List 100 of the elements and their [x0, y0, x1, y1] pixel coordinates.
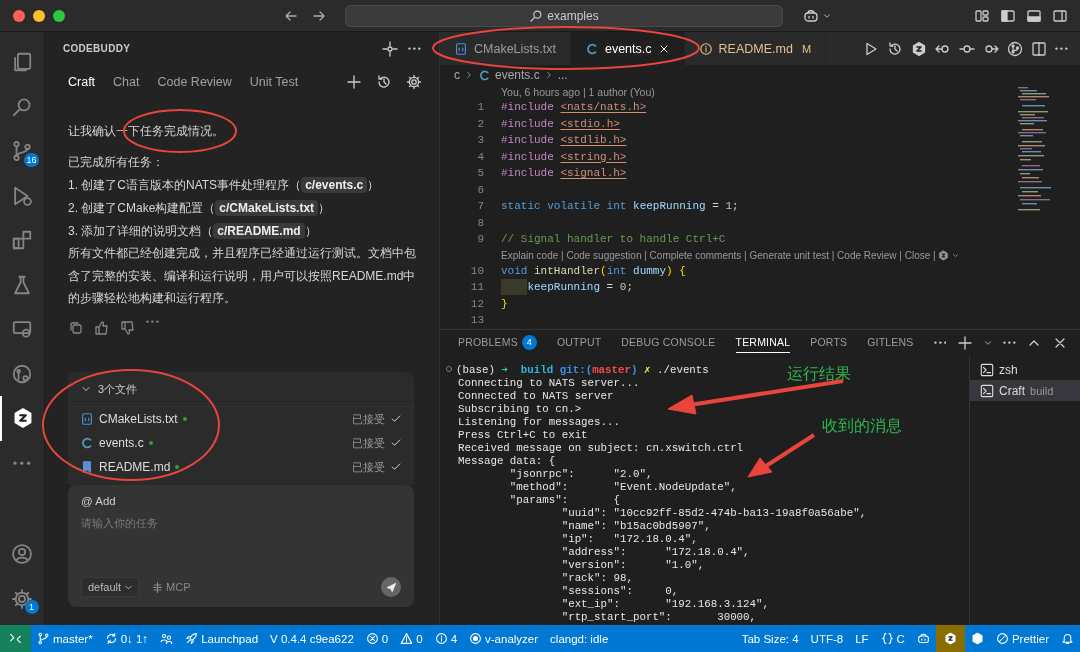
more-icon[interactable] — [146, 319, 159, 323]
breadcrumb-item[interactable]: c — [454, 68, 460, 82]
search-icon — [529, 8, 544, 23]
status-bar-item[interactable]: 0↓ 1↑ — [98, 625, 155, 652]
crosshair-icon — [382, 40, 399, 57]
line-number: 6 — [476, 182, 485, 198]
close-window-button[interactable] — [13, 9, 25, 22]
status-bar-item[interactable]: C — [874, 625, 911, 652]
panel-tab[interactable]: TERMINAL — [735, 332, 791, 353]
activity-bar-item[interactable]: 16 — [0, 129, 45, 174]
tab[interactable]: Chat — [113, 71, 140, 93]
more-icon[interactable] — [408, 46, 421, 51]
message-text: ） — [367, 176, 380, 193]
line-number: 4 — [476, 149, 485, 165]
line-number: 9 — [476, 232, 485, 247]
c-letter-icon — [80, 436, 94, 450]
minimize-window-button[interactable] — [33, 9, 45, 22]
files-count[interactable]: 3个文件 — [98, 381, 138, 397]
bookmark-icon — [80, 460, 94, 474]
annotation-label: 收到的消息 — [822, 419, 902, 432]
message-text: 已完成所有任务： — [68, 153, 164, 170]
status-bar-item[interactable] — [0, 625, 31, 652]
status-bar-item[interactable]: clangd: idle — [544, 625, 615, 652]
command-center-search[interactable]: examples — [345, 4, 783, 27]
rocket-icon — [185, 632, 199, 645]
check-icon — [390, 461, 402, 473]
status-dot — [182, 417, 187, 421]
files-icon — [11, 51, 33, 74]
tab[interactable]: Unit Test — [249, 71, 299, 93]
more-icon[interactable] — [933, 340, 947, 345]
status-bar-item[interactable]: master* — [31, 625, 99, 652]
status-bar-item[interactable]: 0 — [359, 625, 395, 652]
code-chip[interactable]: c/README.md — [213, 222, 305, 239]
document-icon — [454, 41, 468, 56]
sidebar-left-icon — [1000, 7, 1016, 24]
status-bar-item[interactable]: Launchpad — [179, 625, 265, 652]
breadcrumb-item[interactable]: ... — [557, 68, 568, 82]
send-icon — [385, 581, 397, 593]
sidebar-right-icon — [1052, 7, 1068, 24]
mcp-button[interactable]: MCP — [145, 579, 197, 595]
activity-bar-item[interactable]: 1 — [0, 576, 45, 621]
more-icon[interactable] — [1055, 46, 1068, 51]
code-line: keepRunning = 0; — [527, 280, 634, 295]
maximize-window-button[interactable] — [53, 9, 65, 22]
info-icon — [434, 632, 448, 645]
terminal-line: "version": "1.0", — [560, 559, 705, 572]
tab[interactable]: Craft — [68, 71, 96, 93]
bell-icon — [1061, 632, 1074, 645]
codebuddy-icon — [943, 632, 957, 645]
codelens-actions[interactable]: Explain code | Code suggestion | Complete comments | Generate unit test | Code Review | Close | — [501, 247, 936, 263]
file-name[interactable]: CMakeLists.txt — [99, 412, 178, 426]
panel-bottom-icon — [1026, 7, 1042, 24]
more-icon[interactable] — [1003, 340, 1016, 345]
code-line: void intHandler(int dummy) { — [501, 263, 686, 279]
panel-tab[interactable]: OUTPUT — [556, 332, 602, 353]
terminal-line: "rack": 98, — [560, 572, 633, 585]
sync-icon — [104, 632, 118, 645]
status-bar-item[interactable] — [935, 625, 965, 652]
file-name[interactable]: README.md — [99, 460, 171, 474]
codebuddy-icon — [12, 407, 34, 430]
editor-tab[interactable]: README.md M — [684, 32, 827, 65]
panel-tab[interactable]: GITLENS — [867, 332, 914, 353]
status-bar-item[interactable]: 0 — [394, 625, 429, 652]
status-bar-item[interactable]: UTF-8 — [804, 625, 850, 652]
code-chip[interactable]: c/CMakeLists.txt — [215, 199, 319, 216]
breadcrumb-item[interactable]: events.c — [495, 68, 540, 82]
file-name[interactable]: events.c — [99, 436, 144, 450]
mode-dropdown[interactable]: default — [81, 577, 140, 597]
code-line: #include <stdlib.h> — [501, 133, 627, 148]
file-status: 已接受 — [352, 435, 385, 451]
tab[interactable]: Code Review — [157, 71, 232, 93]
line-number: 3 — [476, 133, 485, 148]
status-bar-item[interactable]: LF — [849, 625, 875, 652]
history-icon — [376, 74, 392, 90]
terminal-session[interactable]: Craft build — [970, 380, 1080, 401]
editor-tab[interactable]: events.c — [570, 32, 685, 65]
add-context-link[interactable]: @ Add — [81, 495, 401, 507]
code-line: #include <nats/nats.h> — [501, 100, 647, 115]
copilot-icon — [916, 632, 930, 645]
message-text: 1. 创建了C语言版本的NATS事件处理程序（ — [68, 176, 302, 193]
code-line: } — [501, 296, 508, 312]
editor-tab[interactable]: CMakeLists.txt — [440, 32, 571, 65]
line-number: 10 — [469, 263, 485, 279]
status-bar-item[interactable]: v-analyzer — [463, 625, 545, 652]
terminal-session[interactable]: zsh — [970, 359, 1080, 380]
panel-tab[interactable]: PROBLEMS 4 — [458, 330, 537, 355]
status-bar-item[interactable]: 4 — [428, 625, 464, 652]
status-bar-item[interactable]: V 0.4.4 c9ea622 — [264, 625, 360, 652]
error-icon — [365, 632, 379, 645]
task-input-field[interactable]: 请输入你的任务 — [81, 517, 401, 529]
panel-tab[interactable]: PORTS — [810, 332, 848, 353]
terminal-line: "params": { — [508, 494, 620, 507]
status-bar-item[interactable]: Prettier — [989, 625, 1055, 652]
badge: 1 — [24, 600, 39, 614]
codebuddy-icon — [911, 40, 928, 57]
status-bar-item[interactable]: Tab Size: 4 — [735, 625, 805, 652]
code-chip[interactable]: c/events.c — [301, 176, 368, 193]
panel-tab[interactable]: DEBUG CONSOLE — [621, 332, 716, 353]
line-number: 11 — [469, 280, 485, 295]
send-button[interactable] — [381, 577, 401, 597]
